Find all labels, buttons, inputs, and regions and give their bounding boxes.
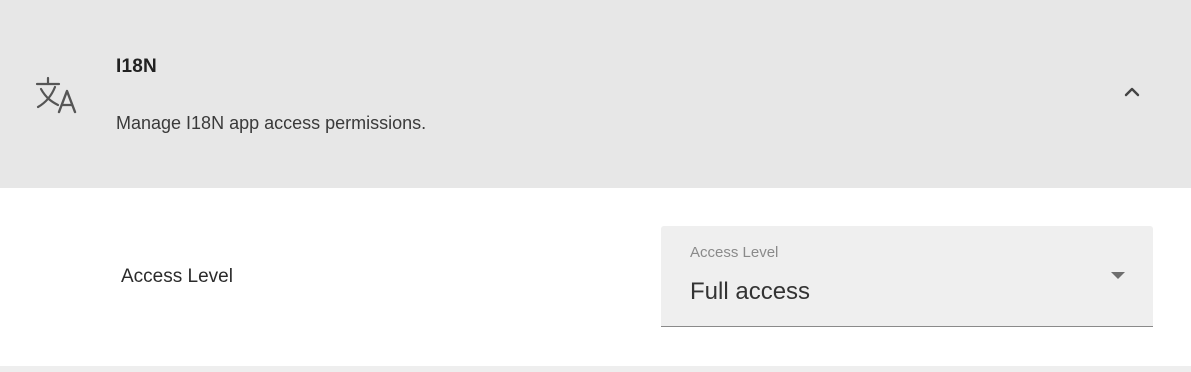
panel-title: I18N [116,56,157,77]
access-level-label: Access Level [121,266,233,287]
dropdown-arrow-icon [1111,272,1125,279]
select-floating-label: Access Level [690,244,779,261]
select-value: Full access [690,278,811,305]
access-level-select[interactable]: Access Level Full access [661,226,1153,327]
panel-description: Manage I18N app access permissions. [116,113,427,133]
translate-icon [34,72,82,114]
panel-body: Access Level Access Level Full access [0,188,1191,366]
divider [0,366,1191,372]
panel-header[interactable]: I18N Manage I18N app access permissions. [0,0,1191,188]
i18n-permission-panel: I18N Manage I18N app access permissions.… [0,0,1191,372]
chevron-up-icon[interactable] [1116,76,1148,108]
